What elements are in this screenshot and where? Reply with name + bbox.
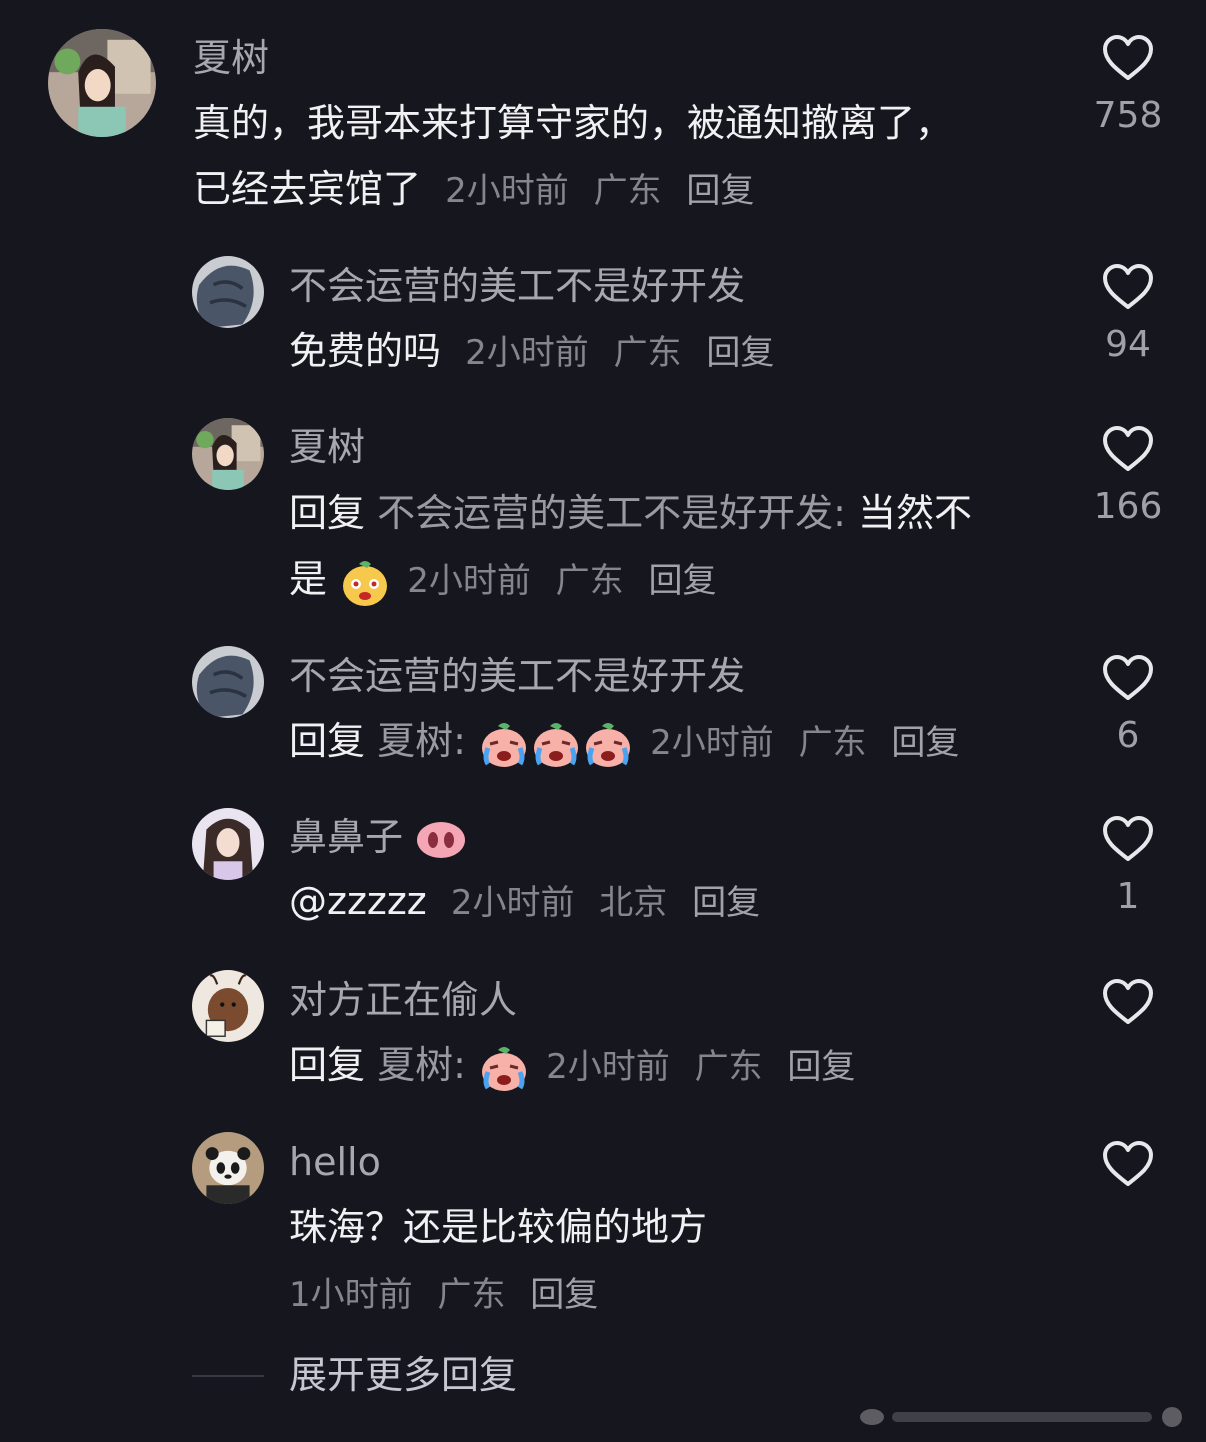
comment-text-continued: 是 (289, 557, 328, 601)
comment-time: 2小时前 (465, 333, 589, 373)
comment-author[interactable]: 不会运营的美工不是好开发 (289, 654, 745, 698)
divider (192, 1375, 264, 1377)
watermark (860, 1407, 1182, 1427)
comment-text: 免费的吗 (289, 329, 442, 373)
comment-location: 广东 (613, 333, 682, 373)
heart-outline-icon[interactable] (1101, 425, 1155, 473)
heart-outline-icon[interactable] (1101, 815, 1155, 863)
avatar[interactable] (192, 1132, 264, 1204)
reply-button[interactable]: 回复 (530, 1275, 598, 1315)
comment-meta: 2小时前 北京 回复 (439, 883, 760, 923)
heart-outline-icon[interactable] (1101, 34, 1155, 82)
like-control[interactable] (1088, 978, 1168, 1026)
reply-button[interactable]: 回复 (692, 883, 760, 923)
comment-meta: 2小时前 广东 回复 (403, 561, 716, 601)
comment-body: @zzzzz 2小时前 北京 回复 (289, 868, 1079, 936)
comment-location: 北京 (599, 883, 668, 923)
comment-meta: 2小时前 广东 回复 (542, 1047, 855, 1087)
smiling-face-emoji (343, 560, 388, 606)
comment-meta: 2小时前 广东 回复 (433, 171, 754, 211)
reply-button[interactable]: 回复 (686, 171, 754, 211)
comment-location: 广东 (437, 1275, 506, 1315)
comment-body: 珠海？还是比较偏的地方 1小时前 广东 回复 (289, 1194, 1079, 1328)
expand-more-label[interactable]: 展开更多回复 (289, 1350, 517, 1400)
reply-button[interactable]: 回复 (891, 723, 959, 763)
comment-body: 回复 夏树: 2小时前 广东 回复 (289, 708, 1079, 776)
like-count: 94 (1105, 324, 1151, 365)
crying-face-emoji (482, 1046, 527, 1091)
comment-location: 广东 (555, 561, 624, 601)
comment-author[interactable]: 夏树 (289, 425, 365, 469)
crying-face-emoji (586, 722, 631, 767)
comment-text: 珠海？还是比较偏的地方 (289, 1205, 708, 1249)
comment-body: 回复 不会运营的美工不是好开发: 当然不 是 2小时前 广东 回复 (289, 480, 1079, 614)
crying-face-emoji (534, 722, 579, 767)
like-control[interactable]: 1 (1088, 815, 1168, 917)
comment-author[interactable]: 鼻鼻子 (289, 815, 467, 860)
heart-outline-icon[interactable] (1101, 978, 1155, 1026)
like-count: 166 (1093, 486, 1163, 527)
comment-location: 广东 (694, 1047, 763, 1087)
avatar[interactable] (192, 970, 264, 1042)
comment-text: 当然不 (858, 491, 973, 535)
comment-body: 真的，我哥本来打算守家的，被通知撤离了， 已经去宾馆了 2小时前 广东 回复 (193, 90, 1073, 224)
reply-target-user[interactable]: 不会运营的美工不是好开发: (377, 491, 846, 535)
comment-meta: 2小时前 广东 回复 (646, 723, 959, 763)
reply-prefix: 回复 (289, 1043, 366, 1087)
comment-text: 真的，我哥本来打算守家的，被通知撤离了， (193, 101, 954, 145)
comment-location: 广东 (798, 723, 867, 763)
reply-button[interactable]: 回复 (648, 561, 716, 601)
heart-outline-icon[interactable] (1101, 1140, 1155, 1188)
like-count: 1 (1116, 876, 1140, 917)
comment-meta: 2小时前 广东 回复 (453, 333, 774, 373)
reply-button[interactable]: 回复 (706, 333, 774, 373)
author-name: 鼻鼻子 (289, 815, 404, 859)
comment-body: 回复 夏树: 2小时前 广东 回复 (289, 1032, 1079, 1100)
pig-nose-emoji (417, 821, 466, 858)
crying-face-emoji (482, 722, 527, 767)
comment-time: 2小时前 (445, 171, 569, 211)
comment-author[interactable]: 夏树 (193, 36, 269, 80)
like-control[interactable]: 94 (1088, 263, 1168, 365)
reply-target-user[interactable]: 夏树: (377, 1043, 466, 1087)
comment-location: 广东 (593, 171, 662, 211)
like-count: 758 (1093, 95, 1163, 136)
comment-author[interactable]: 对方正在偷人 (289, 978, 517, 1022)
comment-author[interactable]: 不会运营的美工不是好开发 (289, 264, 745, 308)
like-control[interactable]: 6 (1088, 654, 1168, 756)
avatar[interactable] (192, 646, 264, 718)
avatar[interactable] (192, 256, 264, 328)
reply-prefix: 回复 (289, 491, 366, 535)
comment-time: 2小时前 (546, 1047, 670, 1087)
comment-text-continued: 已经去宾馆了 (193, 167, 422, 211)
comment-body: 免费的吗 2小时前 广东 回复 (289, 318, 1079, 386)
comment-time: 1小时前 (289, 1275, 413, 1315)
avatar[interactable] (192, 418, 264, 490)
heart-outline-icon[interactable] (1101, 654, 1155, 702)
comment-text[interactable]: @zzzzz (289, 879, 427, 923)
reply-target-user[interactable]: 夏树: (377, 719, 466, 763)
like-count: 6 (1116, 715, 1140, 756)
comment-time: 2小时前 (650, 723, 774, 763)
comment-time: 2小时前 (450, 883, 575, 923)
heart-outline-icon[interactable] (1101, 263, 1155, 311)
comment-time: 2小时前 (407, 561, 531, 601)
avatar[interactable] (48, 29, 156, 137)
reply-prefix: 回复 (289, 719, 366, 763)
comment-meta: 1小时前 广东 回复 (289, 1262, 1079, 1328)
like-control[interactable] (1088, 1140, 1168, 1188)
like-control[interactable]: 166 (1088, 425, 1168, 527)
comment-author[interactable]: hello (289, 1140, 381, 1184)
avatar[interactable] (192, 808, 264, 880)
like-control[interactable]: 758 (1088, 34, 1168, 136)
reply-button[interactable]: 回复 (787, 1047, 855, 1087)
